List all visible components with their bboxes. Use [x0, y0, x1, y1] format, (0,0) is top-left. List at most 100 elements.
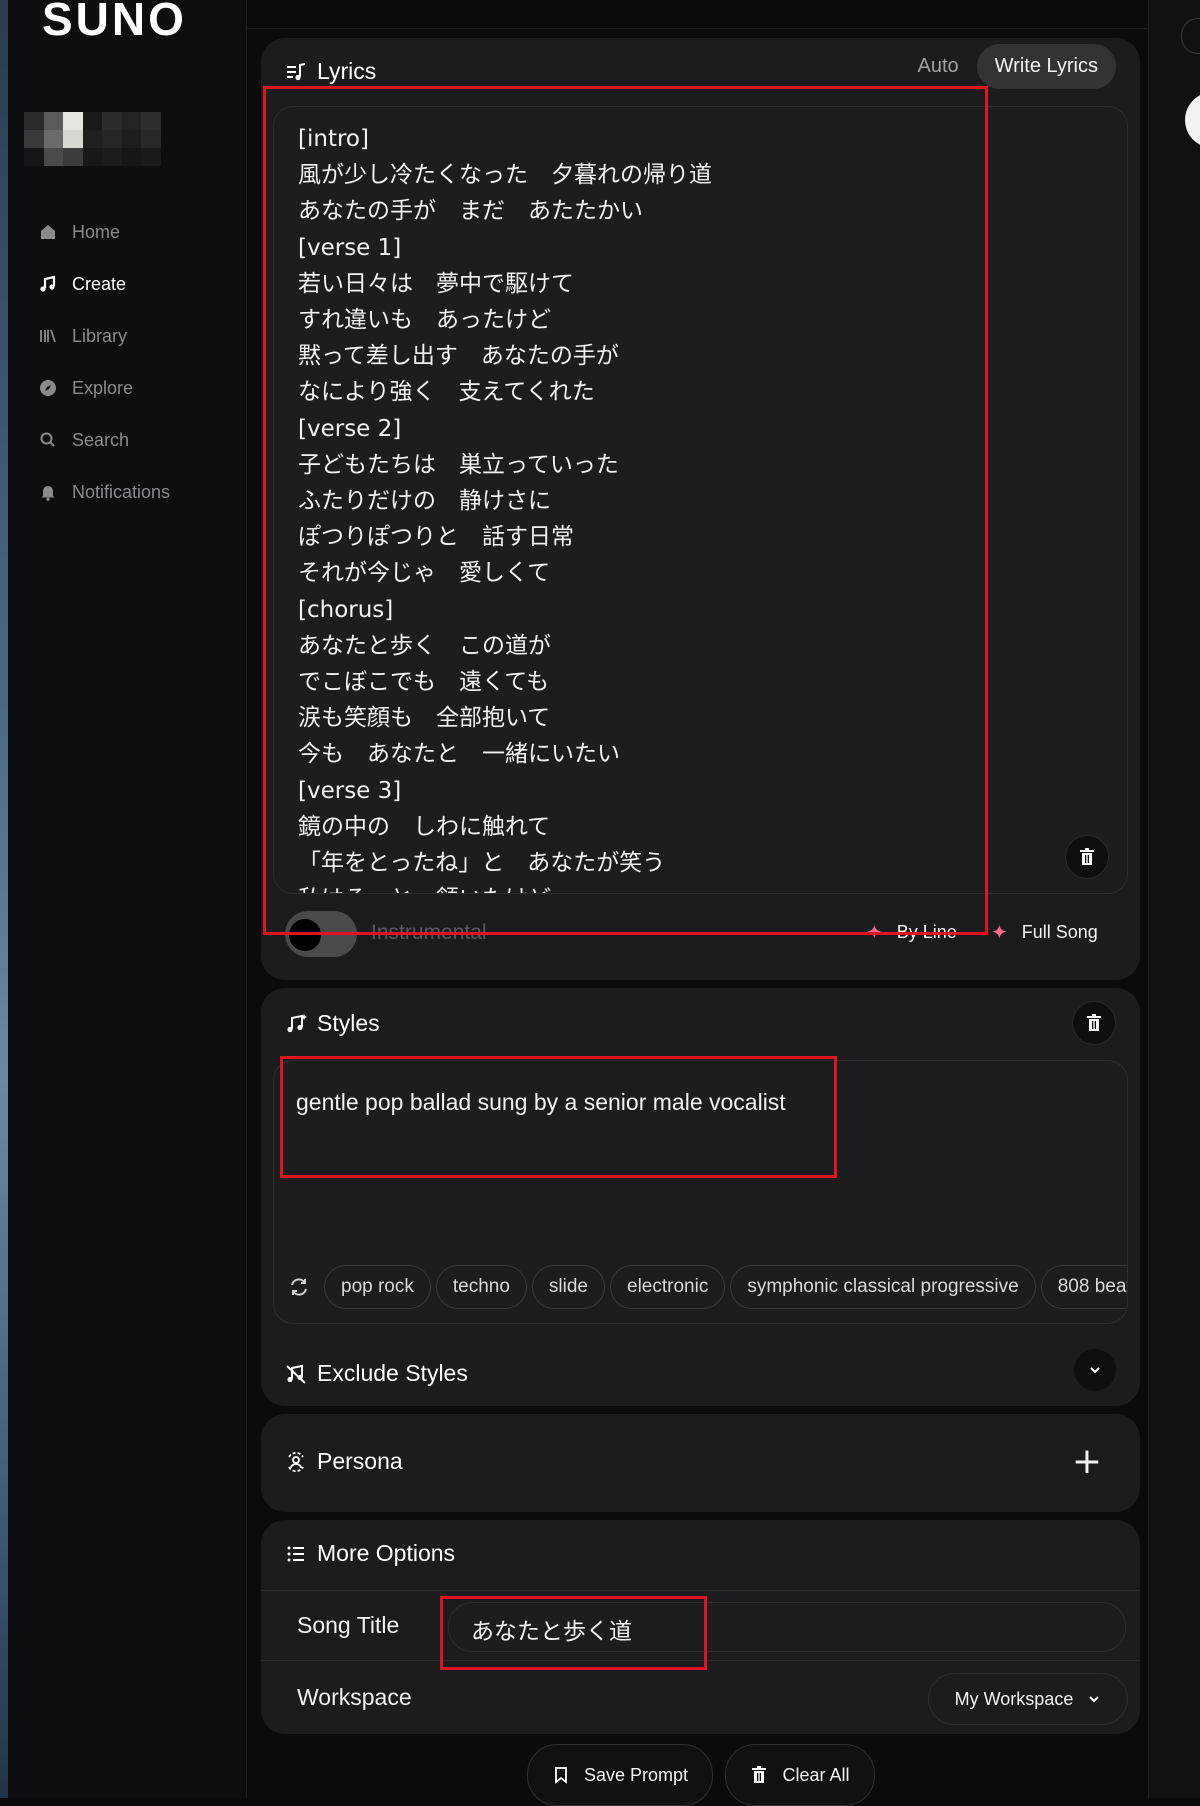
search-icon — [40, 432, 55, 447]
trash-icon — [752, 1766, 767, 1783]
write-lyrics-button[interactable]: Write Lyrics — [976, 44, 1116, 89]
full-song-label: Full Song — [1021, 922, 1098, 942]
lyric-line: [verse 2] — [298, 415, 402, 442]
persona-title: Persona — [317, 1448, 403, 1474]
save-prompt-label: Save Prompt — [583, 1764, 689, 1785]
trash-icon — [1087, 1014, 1101, 1031]
style-tag[interactable]: pop rock — [324, 1265, 431, 1309]
more-options-header[interactable]: More Options — [285, 1540, 455, 1567]
sidebar-item-create[interactable]: Create — [38, 258, 170, 310]
lyric-line: すれ違いも あったけど — [298, 307, 551, 334]
sidebar-item-label: Library — [72, 325, 128, 346]
compass-icon — [40, 380, 56, 396]
by-line-label: By Line — [896, 922, 957, 942]
instrumental-toggle[interactable] — [285, 911, 357, 957]
chevron-down-icon — [1090, 1367, 1100, 1374]
create-panel: Lyrics Auto Write Lyrics [intro] 風が少し冷たくな… — [247, 0, 1147, 1806]
top-toolbar-edge — [247, 0, 1147, 29]
refresh-icon[interactable] — [288, 1276, 310, 1298]
clear-all-label: Clear All — [782, 1764, 850, 1785]
workspace-value: My Workspace — [954, 1688, 1074, 1709]
sidebar-item-label: Explore — [72, 377, 134, 398]
home-icon — [41, 225, 55, 239]
lyric-line: 「年をとったね」と あなたが笑う — [298, 850, 666, 877]
sidebar-item-label: Notifications — [72, 481, 171, 502]
lyric-line: 今も あなたと 一緒にいたい — [298, 741, 620, 768]
exclude-styles-row[interactable]: Exclude Styles — [285, 1360, 468, 1387]
list-icon — [287, 1546, 304, 1561]
lyrics-textarea[interactable]: [intro] 風が少し冷たくなった 夕暮れの帰り道 あなたの手が まだ あたたかい… — [273, 106, 1128, 894]
sparkle-icon: ✦ — [866, 922, 883, 944]
style-tag[interactable]: techno — [435, 1265, 527, 1309]
suno-logo[interactable]: SUNO — [42, 0, 187, 46]
style-tag[interactable]: 808 beats — [1040, 1265, 1127, 1309]
trash-icon — [1080, 848, 1094, 865]
sidebar-item-search[interactable]: Search — [38, 414, 170, 466]
lyrics-mode-toggle: Auto Write Lyrics — [900, 44, 1116, 89]
sidebar-item-home[interactable]: Home — [38, 206, 170, 258]
panel-control[interactable] — [1181, 18, 1200, 54]
lyrics-title: Lyrics — [317, 58, 377, 84]
clear-lyrics-button[interactable] — [1065, 835, 1109, 879]
lyric-line: [intro] — [298, 126, 369, 152]
divider — [261, 1590, 1140, 1591]
library-icon — [40, 329, 56, 343]
lyric-line: 私はそっと 頷いたけど — [298, 881, 712, 893]
clear-styles-button[interactable] — [1072, 1001, 1116, 1045]
by-line-button[interactable]: ✦ By Line — [866, 920, 957, 945]
save-prompt-button[interactable]: Save Prompt — [527, 1744, 713, 1806]
song-title-value: あなたと歩く道 — [471, 1619, 632, 1645]
bookmark-icon — [555, 1767, 567, 1784]
lyric-line: ふたりだけの 静けさに — [298, 488, 551, 515]
lyric-line: あなたの手が まだ あたたかい — [298, 198, 643, 225]
sidebar-item-library[interactable]: Library — [38, 310, 170, 362]
styles-title: Styles — [317, 1010, 380, 1036]
lyric-line: [verse 3] — [298, 777, 402, 804]
workspace-select[interactable]: My Workspace — [928, 1673, 1128, 1725]
toggle-knob — [289, 919, 321, 951]
style-tag[interactable]: electronic — [610, 1265, 726, 1309]
style-suggestions: pop rock techno slide electronic symphon… — [284, 1265, 1127, 1309]
instrumental-label: Instrumental — [371, 921, 487, 944]
lyrics-icon — [287, 62, 306, 80]
lyric-line: [verse 1] — [298, 234, 402, 261]
more-options-card: More Options Song Title あなたと歩く道 Workspac… — [261, 1520, 1140, 1734]
workspace-label: Workspace — [297, 1684, 412, 1710]
song-title-label: Song Title — [297, 1612, 400, 1638]
styles-card: Styles gentle pop ballad sung by a senio… — [261, 988, 1140, 1406]
styles-textarea[interactable]: gentle pop ballad sung by a senior male … — [273, 1060, 1128, 1324]
lyric-line: でこぼこでも 遠くても — [298, 669, 550, 696]
styles-text: gentle pop ballad sung by a senior male … — [296, 1089, 786, 1115]
lyrics-header: Lyrics — [285, 58, 376, 85]
more-options-title: More Options — [317, 1540, 456, 1566]
panel-button[interactable] — [1185, 92, 1200, 148]
full-song-button[interactable]: ✦ Full Song — [991, 920, 1098, 945]
persona-header: Persona — [285, 1448, 403, 1475]
lyric-line: 子どもたちは 巣立っていった — [298, 451, 619, 478]
desktop-background-strip — [0, 0, 8, 1798]
lyric-line: 若い日々は 夢中で駆けて — [298, 270, 574, 297]
lyric-line: 涙も笑顔も 全部抱いて — [298, 705, 551, 732]
expand-exclude-styles-button[interactable] — [1074, 1349, 1116, 1391]
auto-mode-button[interactable]: Auto — [900, 44, 977, 89]
sidebar-item-label: Create — [72, 273, 127, 294]
add-persona-button[interactable]: + — [1072, 1444, 1102, 1480]
lyric-line: [chorus] — [298, 596, 394, 623]
music-note-icon — [40, 275, 56, 292]
lyrics-card: Lyrics Auto Write Lyrics [intro] 風が少し冷たくな… — [261, 38, 1140, 980]
styles-icon — [287, 1013, 307, 1032]
persona-icon — [288, 1451, 304, 1472]
style-tag[interactable]: symphonic classical progressive — [730, 1265, 1036, 1309]
style-tag[interactable]: slide — [531, 1265, 605, 1309]
sidebar-item-explore[interactable]: Explore — [38, 362, 170, 414]
sidebar-item-label: Search — [72, 429, 130, 450]
lyric-line: あなたと歩く この道が — [298, 632, 551, 659]
clear-all-button[interactable]: Clear All — [725, 1744, 875, 1806]
exclude-styles-icon — [286, 1364, 306, 1384]
sidebar-item-notifications[interactable]: Notifications — [38, 466, 170, 518]
lyric-line: 鏡の中の しわに触れて — [298, 813, 551, 840]
avatar[interactable] — [24, 112, 180, 166]
song-title-input[interactable]: あなたと歩く道 — [448, 1602, 1126, 1652]
lyric-line: なにより強く 支えてくれた — [298, 379, 595, 406]
lyric-line: 風が少し冷たくなった 夕暮れの帰り道 — [298, 162, 712, 189]
